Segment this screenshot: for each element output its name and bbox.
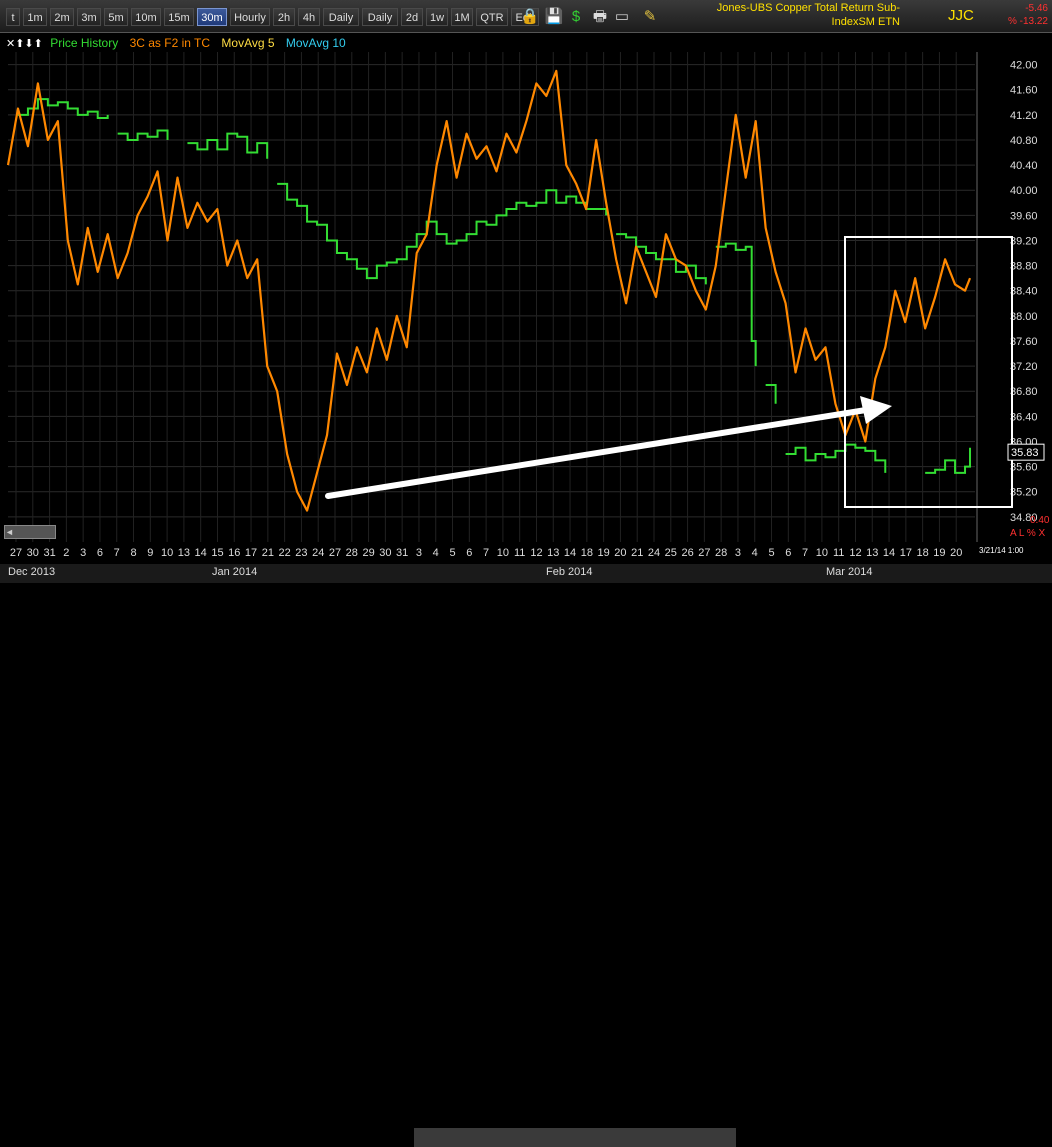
y-tick-label: 38.40 <box>1010 286 1038 298</box>
x-tick-label: 4 <box>752 547 758 559</box>
x-tick-label: 29 <box>362 547 374 559</box>
x-tick-label: 10 <box>497 547 509 559</box>
x-tick-label: 28 <box>715 547 727 559</box>
x-tick-label: 10 <box>816 547 828 559</box>
right-scale-low: 0.40 <box>1030 515 1050 526</box>
x-tick-label: 27 <box>10 547 22 559</box>
x-tick-label: 28 <box>346 547 358 559</box>
x-tick-label: 31 <box>43 547 55 559</box>
x-tick-label: 7 <box>802 547 808 559</box>
x-tick-label: 12 <box>849 547 861 559</box>
last-price-label: 35.83 <box>1011 447 1039 459</box>
x-tick-label: 19 <box>933 547 945 559</box>
x-tick-label: 13 <box>178 547 190 559</box>
y-tick-label: 36.80 <box>1010 386 1038 398</box>
x-tick-label: 15 <box>211 547 223 559</box>
x-tick-label: 13 <box>866 547 878 559</box>
x-tick-label: 6 <box>466 547 472 559</box>
x-tick-label: 6 <box>97 547 103 559</box>
x-tick-label: 25 <box>665 547 677 559</box>
y-tick-label: 38.00 <box>1010 311 1038 323</box>
x-tick-label: 4 <box>433 547 439 559</box>
x-tick-label: 21 <box>262 547 274 559</box>
x-tick-label: 2 <box>63 547 69 559</box>
y-tick-label: 41.20 <box>1010 110 1038 122</box>
x-tick-label: 7 <box>483 547 489 559</box>
y-tick-label: 39.60 <box>1010 210 1038 222</box>
x-tick-label: 18 <box>581 547 593 559</box>
x-tick-label: 16 <box>228 547 240 559</box>
x-tick-label: 23 <box>295 547 307 559</box>
x-tick-label: 17 <box>245 547 257 559</box>
x-tick-label: 11 <box>514 547 525 559</box>
x-tick-label: 8 <box>130 547 136 559</box>
x-tick-label: 21 <box>631 547 643 559</box>
x-tick-label: 26 <box>681 547 693 559</box>
x-tick-label: 6 <box>785 547 791 559</box>
x-tick-label: 3 <box>416 547 422 559</box>
x-tick-label: 14 <box>195 547 207 559</box>
x-tick-label: 19 <box>598 547 610 559</box>
x-tick-label: 5 <box>449 547 455 559</box>
y-tick-label: 35.60 <box>1010 462 1038 474</box>
month-band <box>414 1128 736 1147</box>
y-tick-label: 36.40 <box>1010 411 1038 423</box>
month-label: Dec 2013 <box>8 566 56 578</box>
x-tick-label: 3 <box>735 547 741 559</box>
x-tick-label: 10 <box>161 547 173 559</box>
y-tick-label: 40.00 <box>1010 185 1038 197</box>
month-label: Mar 2014 <box>826 566 873 578</box>
y-tick-label: 35.20 <box>1010 487 1038 499</box>
date-stamp: 3/21/14 1:00 <box>979 546 1024 555</box>
x-tick-label: 30 <box>27 547 39 559</box>
x-tick-label: 11 <box>833 547 844 559</box>
x-tick-label: 7 <box>114 547 120 559</box>
x-tick-label: 14 <box>564 547 576 559</box>
x-tick-label: 3 <box>80 547 86 559</box>
y-tick-label: 40.40 <box>1010 160 1038 172</box>
month-bar <box>0 564 1052 1147</box>
x-tick-label: 30 <box>379 547 391 559</box>
y-tick-label: 40.80 <box>1010 135 1038 147</box>
x-tick-label: 20 <box>950 547 962 559</box>
x-tick-label: 31 <box>396 547 408 559</box>
month-label: Jan 2014 <box>212 566 258 578</box>
x-tick-label: 14 <box>883 547 895 559</box>
y-tick-label: 39.20 <box>1010 235 1038 247</box>
x-tick-label: 24 <box>312 547 324 559</box>
y-tick-label: 42.00 <box>1010 60 1038 72</box>
x-tick-label: 17 <box>900 547 912 559</box>
x-tick-label: 13 <box>547 547 559 559</box>
x-tick-label: 12 <box>530 547 542 559</box>
y-tick-label: 37.60 <box>1010 336 1038 348</box>
y-tick-label: 37.20 <box>1010 361 1038 373</box>
x-tick-label: 9 <box>147 547 153 559</box>
chart-scroll-handle[interactable]: ◄ <box>4 525 56 539</box>
x-tick-label: 27 <box>698 547 710 559</box>
month-label: Feb 2014 <box>546 566 593 578</box>
y-tick-label: 41.60 <box>1010 85 1038 97</box>
x-tick-label: 20 <box>614 547 626 559</box>
right-flags[interactable]: A L % X <box>1010 528 1045 539</box>
price-chart[interactable]: 42.0041.6041.2040.8040.4040.0039.6039.20… <box>0 0 1052 583</box>
x-tick-label: 27 <box>329 547 341 559</box>
x-tick-label: 24 <box>648 547 660 559</box>
x-tick-label: 18 <box>917 547 929 559</box>
x-tick-label: 22 <box>279 547 291 559</box>
y-tick-label: 38.80 <box>1010 261 1038 273</box>
x-tick-label: 5 <box>768 547 774 559</box>
